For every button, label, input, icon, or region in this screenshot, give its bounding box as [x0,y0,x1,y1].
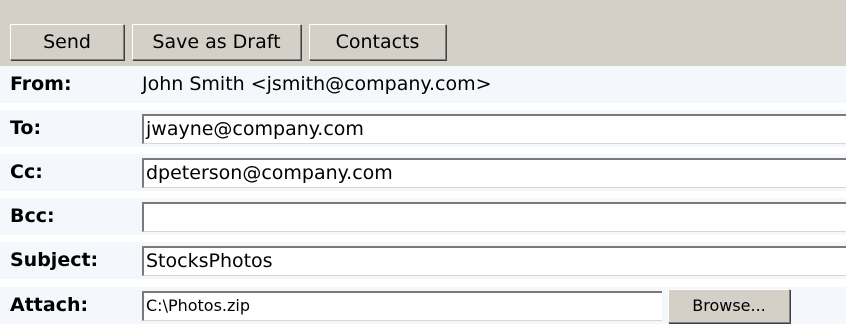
cc-field[interactable]: dpeterson@company.com [142,158,846,188]
to-row: To: jwayne@company.com [0,110,846,147]
bcc-label: Bcc: [10,205,55,227]
contacts-button[interactable]: Contacts [309,24,446,60]
from-label: From: [10,73,72,95]
compose-toolbar: Send Save as Draft Contacts [0,0,846,66]
to-field[interactable]: jwayne@company.com [142,114,846,144]
subject-field[interactable]: StocksPhotos [142,246,846,276]
save-as-draft-button[interactable]: Save as Draft [132,24,301,60]
compose-email-window: Send Save as Draft Contacts From: John S… [0,0,846,329]
bcc-row: Bcc: [0,198,846,235]
compose-form: From: John Smith <jsmith@company.com> To… [0,66,846,329]
bcc-field[interactable] [142,202,846,232]
attach-label: Attach: [10,294,89,316]
from-row: From: John Smith <jsmith@company.com> [0,66,846,103]
to-label: To: [10,117,42,139]
cc-label: Cc: [10,161,43,183]
attach-file-field[interactable]: C:\Photos.zip [142,291,662,321]
browse-button[interactable]: Browse... [668,289,790,323]
attach-row: Attach: C:\Photos.zip Browse... [0,287,846,324]
subject-label: Subject: [10,249,99,271]
cc-row: Cc: dpeterson@company.com [0,154,846,191]
send-button[interactable]: Send [10,24,124,60]
from-value: John Smith <jsmith@company.com> [142,73,492,95]
subject-row: Subject: StocksPhotos [0,242,846,279]
